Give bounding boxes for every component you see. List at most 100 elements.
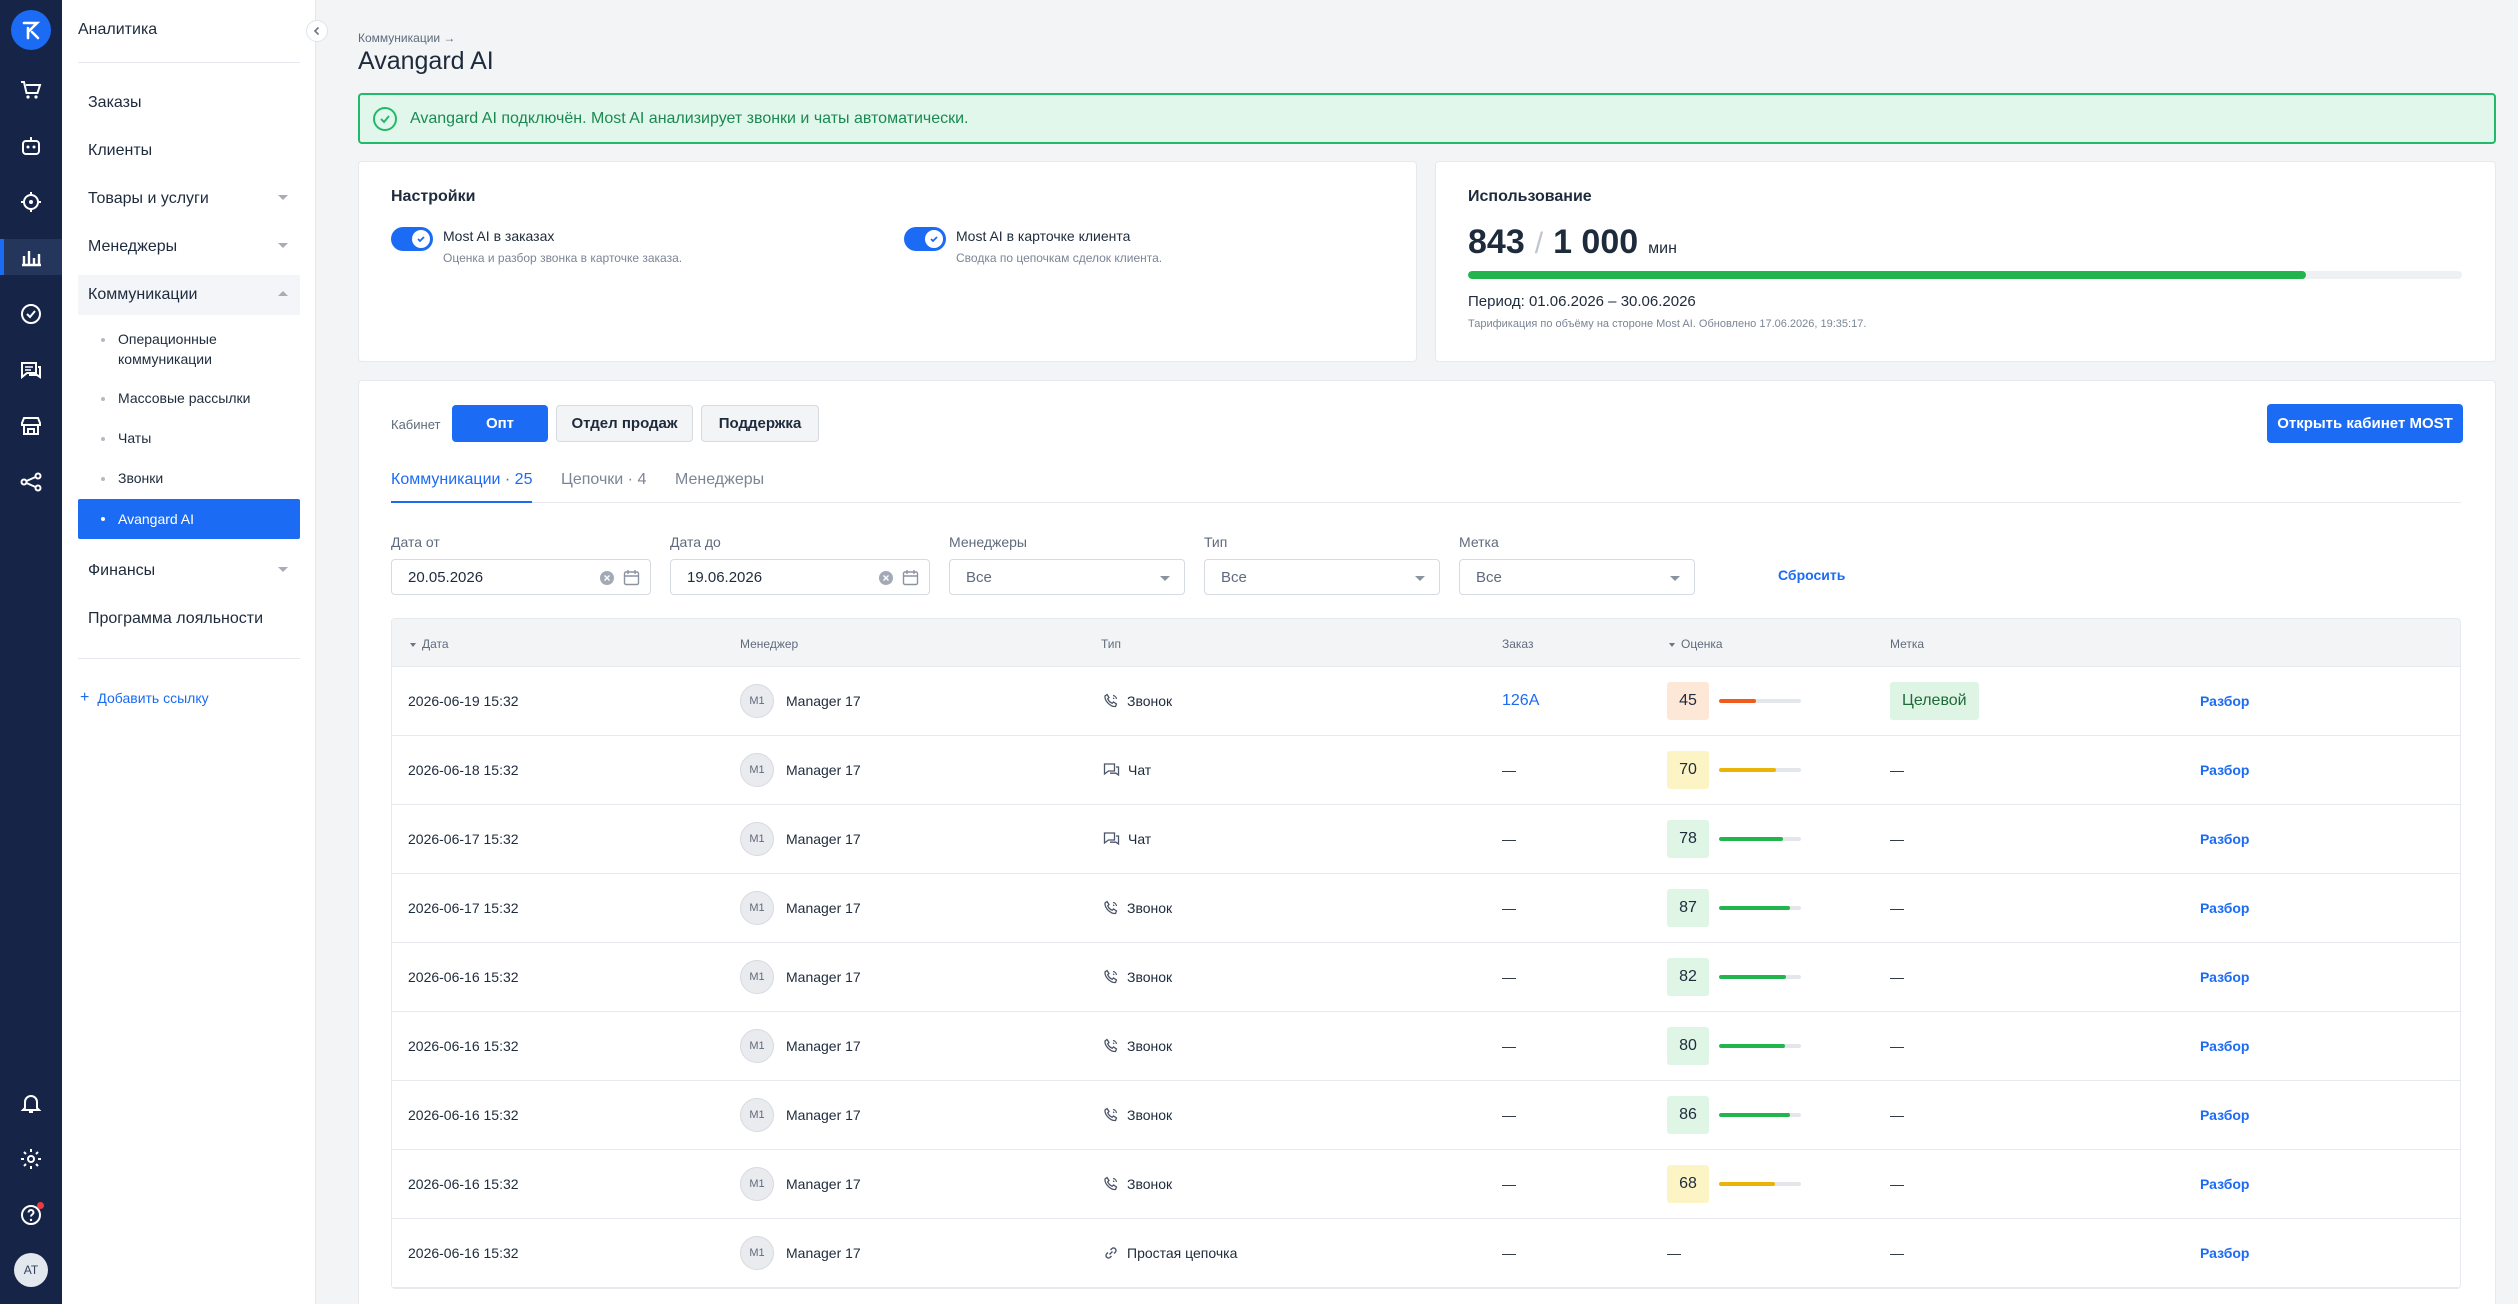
type-label: Чат: [1128, 762, 1152, 778]
tab-communications[interactable]: Коммуникации · 25: [391, 471, 533, 503]
add-link-button[interactable]: + Добавить ссылку: [80, 690, 209, 707]
cell-action: Разбор: [2200, 1150, 2249, 1218]
breadcrumb[interactable]: Коммуникации →: [358, 31, 455, 45]
cell-date: 2026-06-16 15:32: [408, 1107, 519, 1123]
open-most-cabinet-button[interactable]: Открыть кабинет MOST: [2267, 404, 2463, 443]
notification-dot: [37, 1202, 44, 1209]
phone-icon: [1103, 1107, 1119, 1123]
sidebar-subitem-operational[interactable]: Операционные коммуникации: [78, 329, 278, 369]
table-row: 2026-06-16 15:32 M1 Manager 17 Звонок — 80 — Ра…: [392, 1012, 2460, 1081]
manager-avatar: M1: [740, 1029, 774, 1063]
score-bar-fill: [1719, 699, 1756, 703]
reset-filters-button[interactable]: Сбросить: [1778, 567, 1845, 583]
cell-order: —: [1502, 1219, 1516, 1287]
usage-counter: 843 / 1 000 мин: [1468, 223, 1677, 262]
manager-avatar: M1: [740, 960, 774, 994]
sidebar-item-clients[interactable]: Клиенты: [78, 131, 300, 171]
sidebar-subitem-calls[interactable]: Звонки: [78, 468, 300, 488]
sort-icon: [1669, 642, 1675, 647]
manager-avatar: M1: [740, 891, 774, 925]
date-from-value: 20.05.2026: [408, 568, 484, 586]
integrations-icon[interactable]: [13, 464, 49, 500]
clear-icon[interactable]: [879, 571, 893, 585]
cell-order: —: [1502, 1150, 1516, 1218]
analytics-icon[interactable]: [0, 239, 62, 275]
review-link[interactable]: Разбор: [2200, 1038, 2249, 1054]
review-link[interactable]: Разбор: [2200, 1176, 2249, 1192]
type-select[interactable]: Все: [1204, 559, 1440, 595]
type-label: Звонок: [1127, 969, 1173, 985]
cabinet-label: Кабинет: [391, 417, 441, 432]
check-circle-icon[interactable]: [13, 296, 49, 332]
tab-chains[interactable]: Цепочки · 4: [561, 471, 646, 503]
settings-card: Настройки Most AI в заказах Оценка и раз…: [358, 161, 1417, 362]
review-link[interactable]: Разбор: [2200, 693, 2249, 709]
managers-select[interactable]: Все: [949, 559, 1185, 595]
toggle-label: Most AI в карточке клиента: [956, 228, 1131, 244]
sidebar-item-managers[interactable]: Менеджеры: [78, 227, 300, 267]
phone-icon: [1103, 900, 1119, 916]
calendar-icon[interactable]: [902, 569, 919, 590]
clear-icon[interactable]: [600, 571, 614, 585]
store-icon[interactable]: [13, 408, 49, 444]
review-link[interactable]: Разбор: [2200, 969, 2249, 985]
calendar-icon[interactable]: [623, 569, 640, 590]
chevron-down-icon: [278, 567, 288, 572]
sidebar-item-finance[interactable]: Финансы: [78, 551, 300, 591]
user-avatar[interactable]: AT: [14, 1253, 48, 1287]
sidebar-item-communications[interactable]: Коммуникации: [78, 275, 300, 315]
cell-date: 2026-06-19 15:32: [408, 693, 519, 709]
sidebar-subitem-chats[interactable]: Чаты: [78, 428, 300, 448]
toggle-description: Сводка по цепочкам сделок клиента.: [956, 251, 1163, 265]
review-link[interactable]: Разбор: [2200, 762, 2249, 778]
order-link[interactable]: 126A: [1502, 692, 1539, 710]
sidebar-subitem-avangard-ai[interactable]: Avangard AI: [78, 499, 300, 539]
sidebar-item-orders[interactable]: Заказы: [78, 83, 300, 123]
cabinet-option-opt[interactable]: Опт: [452, 405, 548, 442]
column-score[interactable]: Оценка: [1669, 637, 1723, 651]
review-link[interactable]: Разбор: [2200, 900, 2249, 916]
sidebar-item-loyalty[interactable]: Программа лояльности: [78, 599, 300, 639]
cell-manager: M1 Manager 17: [740, 1150, 861, 1218]
divider: [78, 658, 300, 659]
score-bar-fill: [1719, 906, 1791, 910]
column-date[interactable]: Дата: [410, 637, 449, 651]
date-from-field[interactable]: 20.05.2026: [391, 559, 651, 595]
score-bar: [1719, 975, 1801, 979]
date-to-field[interactable]: 19.06.2026: [670, 559, 930, 595]
sidebar-item-products[interactable]: Товары и услуги: [78, 179, 300, 219]
chevron-down-icon: [1415, 576, 1425, 581]
cart-icon[interactable]: [13, 72, 49, 108]
score-value: —: [1667, 1245, 1681, 1261]
logo-icon[interactable]: [11, 10, 51, 50]
robot-icon[interactable]: [13, 128, 49, 164]
cabinet-option-sales[interactable]: Отдел продаж: [556, 405, 693, 442]
usage-unit: мин: [1648, 240, 1677, 257]
help-icon[interactable]: [13, 1197, 49, 1233]
order-link: —: [1502, 969, 1516, 985]
bell-icon[interactable]: [13, 1085, 49, 1121]
chat-icon[interactable]: [13, 352, 49, 388]
review-link[interactable]: Разбор: [2200, 831, 2249, 847]
tab-managers[interactable]: Менеджеры: [675, 471, 764, 503]
settings-icon[interactable]: [13, 1141, 49, 1177]
tag-value: —: [1890, 1245, 1904, 1261]
orders-ai-toggle[interactable]: [391, 227, 433, 251]
review-link[interactable]: Разбор: [2200, 1245, 2249, 1261]
tag-filter-label: Метка: [1459, 534, 1499, 550]
sidebar-subitem-mailings[interactable]: Массовые рассылки: [78, 388, 300, 408]
column-type: Тип: [1101, 637, 1122, 651]
sort-icon: [410, 642, 416, 647]
sidebar-item-label: Менеджеры: [88, 238, 178, 255]
target-icon[interactable]: [13, 184, 49, 220]
review-link[interactable]: Разбор: [2200, 1107, 2249, 1123]
client-card-ai-toggle[interactable]: [904, 227, 946, 251]
sidebar-item-label: Заказы: [88, 94, 142, 111]
cabinet-option-support[interactable]: Поддержка: [701, 405, 819, 442]
tag-select-value: Все: [1476, 568, 1502, 586]
score-bar: [1719, 1182, 1801, 1186]
cell-tag: Целевой: [1890, 667, 1979, 735]
success-alert: Avangard AI подключён. Most AI анализиру…: [358, 93, 2496, 144]
tag-select[interactable]: Все: [1459, 559, 1695, 595]
cell-manager: M1 Manager 17: [740, 1081, 861, 1149]
